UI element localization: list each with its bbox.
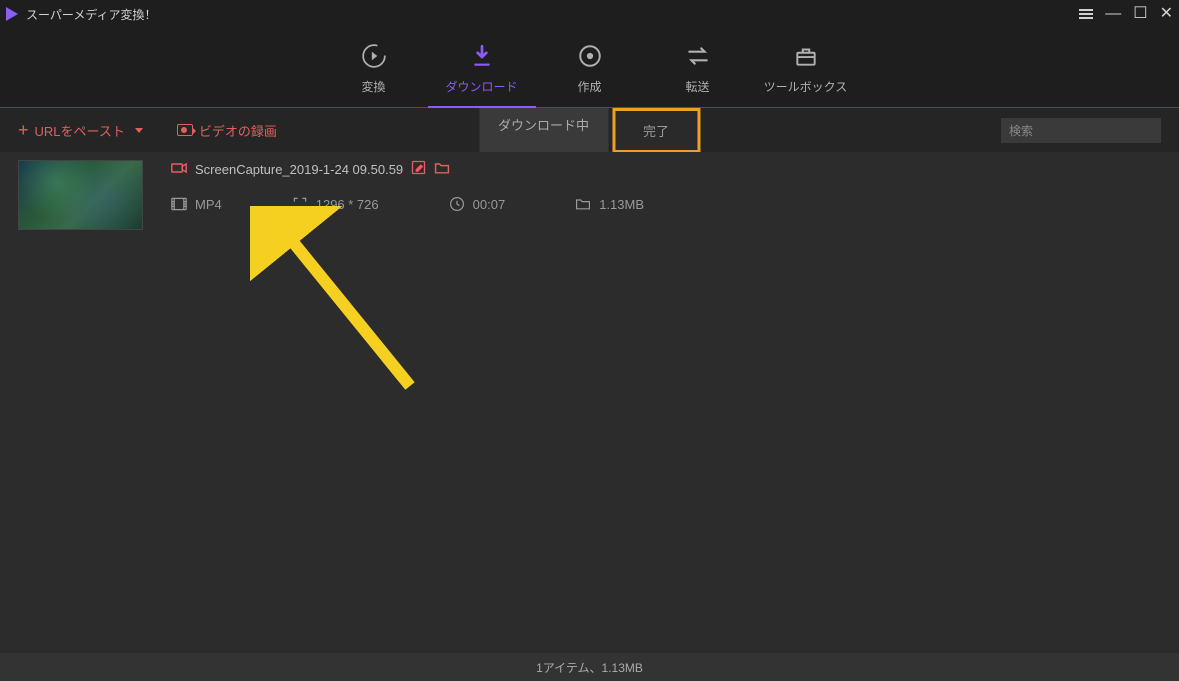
- file-name: ScreenCapture_2019-1-24 09.50.59: [195, 162, 403, 177]
- toolbox-icon: [792, 42, 820, 70]
- transfer-icon: [684, 42, 712, 70]
- chevron-down-icon: [135, 128, 143, 133]
- window-controls: — ☐ ✕: [1079, 6, 1173, 22]
- app-logo-icon: [6, 7, 18, 21]
- search-input[interactable]: 検索: [1001, 118, 1161, 143]
- maximize-button[interactable]: ☐: [1133, 6, 1147, 22]
- meta-format: MP4: [171, 196, 222, 212]
- minimize-button[interactable]: —: [1105, 6, 1121, 22]
- sub-toolbar: + URLをペースト ビデオの録画 ダウンロード中 完了 検索: [0, 108, 1179, 152]
- nav-label: 作成: [577, 78, 601, 95]
- status-text: 1アイテム、1.13MB: [536, 659, 643, 676]
- menu-icon[interactable]: [1079, 9, 1093, 19]
- folder-icon[interactable]: [434, 161, 450, 178]
- content-area: ScreenCapture_2019-1-24 09.50.59 MP4 129…: [0, 152, 1179, 672]
- record-button[interactable]: ビデオの録画: [177, 121, 277, 140]
- convert-icon: [360, 42, 388, 70]
- tab-downloading[interactable]: ダウンロード中: [479, 108, 608, 153]
- plus-icon: +: [18, 121, 29, 139]
- main-nav: 変換 ダウンロード 作成 転送 ツールボックス: [0, 28, 1179, 108]
- record-label: ビデオの録画: [199, 121, 277, 140]
- paste-url-button[interactable]: + URLをペースト: [18, 121, 143, 140]
- duration-value: 00:07: [473, 197, 506, 212]
- size-value: 1.13MB: [599, 197, 644, 212]
- meta-duration: 00:07: [449, 196, 506, 212]
- annotation-arrow: [250, 206, 430, 411]
- nav-create[interactable]: 作成: [536, 42, 644, 107]
- file-row[interactable]: ScreenCapture_2019-1-24 09.50.59 MP4 129…: [18, 160, 1161, 230]
- download-icon: [468, 42, 496, 70]
- camera-icon: [177, 124, 193, 136]
- camera-icon: [171, 162, 187, 177]
- download-subtabs: ダウンロード中 完了: [479, 108, 700, 153]
- disc-icon: [576, 42, 604, 70]
- close-button[interactable]: ✕: [1160, 6, 1173, 22]
- tab-complete[interactable]: 完了: [612, 108, 700, 153]
- file-details: ScreenCapture_2019-1-24 09.50.59 MP4 129…: [171, 160, 1161, 212]
- app-title: スーパーメディア変換！: [26, 6, 157, 23]
- file-title-row: ScreenCapture_2019-1-24 09.50.59: [171, 160, 1161, 178]
- nav-label: 変換: [361, 78, 385, 95]
- nav-download[interactable]: ダウンロード: [428, 42, 536, 107]
- nav-toolbox[interactable]: ツールボックス: [752, 42, 860, 107]
- paste-url-label: URLをペースト: [35, 121, 125, 140]
- nav-label: 転送: [685, 78, 709, 95]
- nav-convert[interactable]: 変換: [320, 42, 428, 107]
- nav-label: ダウンロード: [445, 78, 517, 95]
- nav-transfer[interactable]: 転送: [644, 42, 752, 107]
- edit-icon[interactable]: [411, 160, 426, 178]
- title-bar: スーパーメディア変換！ — ☐ ✕: [0, 0, 1179, 28]
- video-thumbnail[interactable]: [18, 160, 143, 230]
- meta-size: 1.13MB: [575, 196, 644, 212]
- format-value: MP4: [195, 197, 222, 212]
- status-bar: 1アイテム、1.13MB: [0, 653, 1179, 681]
- nav-label: ツールボックス: [764, 78, 848, 95]
